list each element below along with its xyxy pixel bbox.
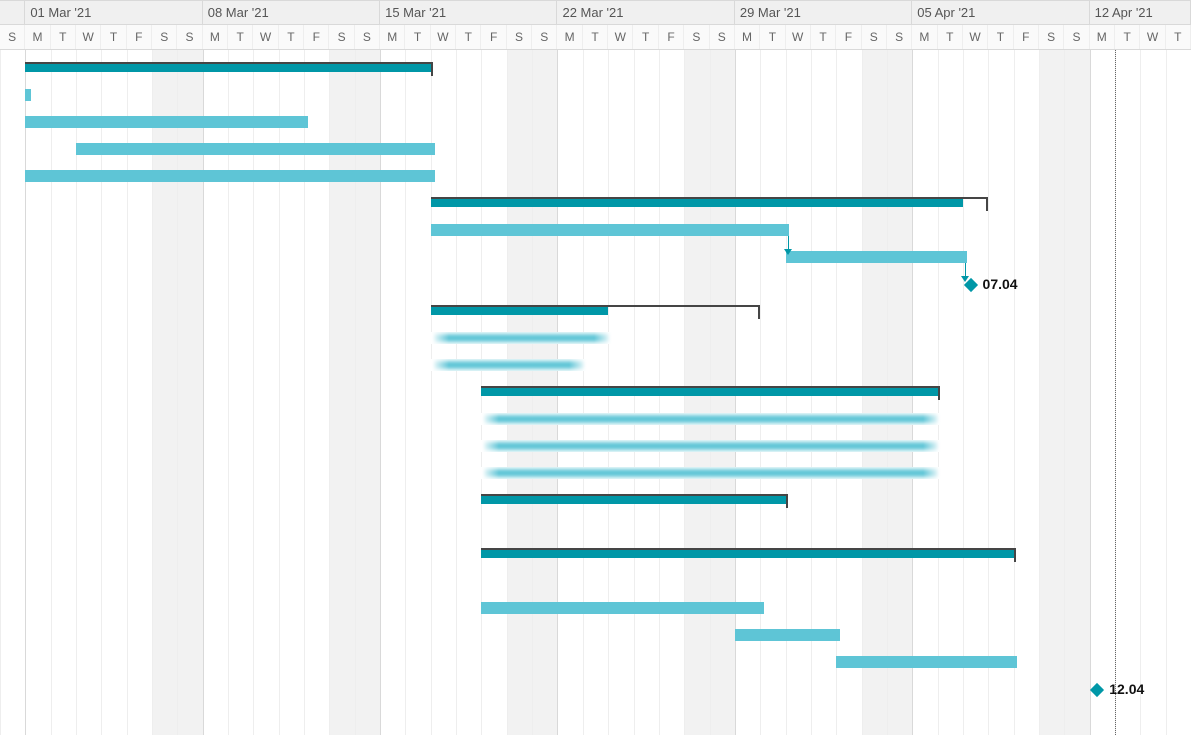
gridline bbox=[1090, 50, 1091, 735]
summary-bar[interactable] bbox=[481, 386, 937, 396]
task-bar[interactable] bbox=[25, 170, 434, 182]
task-bar[interactable] bbox=[431, 332, 612, 344]
gridline bbox=[1064, 50, 1065, 735]
dependency-arrow-icon bbox=[961, 276, 969, 282]
day-header-cell: T bbox=[456, 25, 481, 49]
day-header-cell: W bbox=[253, 25, 278, 49]
day-header-cell: S bbox=[507, 25, 532, 49]
day-header-cell: T bbox=[583, 25, 608, 49]
week-header-cell: 01 Mar '21 bbox=[25, 1, 202, 24]
timescale-header: 01 Mar '2108 Mar '2115 Mar '2122 Mar '21… bbox=[0, 0, 1191, 50]
gantt-chart: 01 Mar '2108 Mar '2115 Mar '2122 Mar '21… bbox=[0, 0, 1191, 735]
day-header-cell: T bbox=[228, 25, 253, 49]
task-bar[interactable] bbox=[786, 251, 967, 263]
gridline bbox=[1014, 50, 1015, 735]
day-header-cell: T bbox=[760, 25, 785, 49]
day-header-cell: S bbox=[1039, 25, 1064, 49]
day-header-cell: F bbox=[127, 25, 152, 49]
day-header-cell: T bbox=[634, 25, 659, 49]
milestone[interactable] bbox=[1090, 683, 1104, 697]
day-header-cell: F bbox=[304, 25, 329, 49]
week-header-cell: 08 Mar '21 bbox=[203, 1, 380, 24]
day-header-cell: M bbox=[1090, 25, 1115, 49]
summary-bar[interactable] bbox=[481, 548, 1013, 558]
milestone-label: 07.04 bbox=[983, 276, 1018, 292]
day-header-cell: S bbox=[532, 25, 557, 49]
day-header-cell: F bbox=[836, 25, 861, 49]
task-bar[interactable] bbox=[25, 116, 308, 128]
day-header-cell: S bbox=[329, 25, 354, 49]
day-header-cell: T bbox=[938, 25, 963, 49]
gridline bbox=[51, 50, 52, 735]
day-header-cell: W bbox=[786, 25, 811, 49]
day-header-cell: F bbox=[481, 25, 506, 49]
day-header-cell: T bbox=[405, 25, 430, 49]
day-header-cell: W bbox=[1140, 25, 1165, 49]
milestone-label: 12.04 bbox=[1109, 681, 1144, 697]
gridline bbox=[456, 50, 457, 735]
day-header-cell: S bbox=[152, 25, 177, 49]
week-header-cell: 29 Mar '21 bbox=[735, 1, 912, 24]
day-header-cell: W bbox=[76, 25, 101, 49]
gridline bbox=[988, 50, 989, 735]
day-header-cell: M bbox=[203, 25, 228, 49]
day-header-cell: S bbox=[177, 25, 202, 49]
gridline bbox=[25, 50, 26, 735]
day-header-cell: T bbox=[1166, 25, 1191, 49]
today-line bbox=[1115, 50, 1116, 735]
summary-bar[interactable] bbox=[431, 305, 608, 315]
day-header-cell: S bbox=[710, 25, 735, 49]
dependency-arrow-icon bbox=[784, 249, 792, 255]
day-header-cell: W bbox=[963, 25, 988, 49]
day-header-cell: M bbox=[912, 25, 937, 49]
gridline bbox=[1166, 50, 1167, 735]
day-header-cell: S bbox=[0, 25, 25, 49]
day-header-cell: T bbox=[1115, 25, 1140, 49]
day-header-cell: T bbox=[988, 25, 1013, 49]
day-header-cell: M bbox=[557, 25, 582, 49]
gridline bbox=[963, 50, 964, 735]
day-header-cell: T bbox=[279, 25, 304, 49]
task-bar[interactable] bbox=[25, 89, 31, 101]
day-header-cell: S bbox=[1064, 25, 1089, 49]
task-bar[interactable] bbox=[481, 413, 941, 425]
day-header-cell: F bbox=[659, 25, 684, 49]
week-header-cell: 15 Mar '21 bbox=[380, 1, 557, 24]
day-header-cell: M bbox=[380, 25, 405, 49]
task-bar[interactable] bbox=[836, 656, 1017, 668]
day-header-cell: S bbox=[887, 25, 912, 49]
day-header-cell: S bbox=[862, 25, 887, 49]
days-row: SMTWTFSSMTWTFSSMTWTFSSMTWTFSSMTWTFSSMTWT… bbox=[0, 25, 1191, 50]
day-header-cell: M bbox=[25, 25, 50, 49]
week-header-cell: 22 Mar '21 bbox=[557, 1, 734, 24]
day-header-cell: S bbox=[684, 25, 709, 49]
gantt-body[interactable]: 07.04 12.04 bbox=[0, 50, 1191, 735]
day-header-cell: F bbox=[1014, 25, 1039, 49]
week-header-cell: 12 Apr '21 bbox=[1090, 1, 1191, 24]
day-header-cell: T bbox=[811, 25, 836, 49]
summary-bar[interactable] bbox=[431, 197, 963, 207]
day-header-cell: S bbox=[355, 25, 380, 49]
task-bar[interactable] bbox=[481, 602, 764, 614]
week-header-cell: 05 Apr '21 bbox=[912, 1, 1089, 24]
gridline bbox=[1140, 50, 1141, 735]
day-header-cell: W bbox=[431, 25, 456, 49]
gridline bbox=[1039, 50, 1040, 735]
task-bar[interactable] bbox=[431, 359, 587, 371]
day-header-cell: W bbox=[608, 25, 633, 49]
task-bar[interactable] bbox=[431, 224, 790, 236]
day-header-cell: T bbox=[51, 25, 76, 49]
day-header-cell: M bbox=[735, 25, 760, 49]
task-bar[interactable] bbox=[481, 467, 941, 479]
weeks-row: 01 Mar '2108 Mar '2115 Mar '2122 Mar '21… bbox=[0, 0, 1191, 25]
summary-bar[interactable] bbox=[481, 494, 785, 504]
day-header-cell: T bbox=[101, 25, 126, 49]
task-bar[interactable] bbox=[735, 629, 840, 641]
task-bar[interactable] bbox=[76, 143, 435, 155]
task-bar[interactable] bbox=[481, 440, 941, 452]
gridline bbox=[0, 50, 1, 735]
summary-bar[interactable] bbox=[25, 62, 430, 72]
week-header-cell bbox=[0, 1, 25, 24]
